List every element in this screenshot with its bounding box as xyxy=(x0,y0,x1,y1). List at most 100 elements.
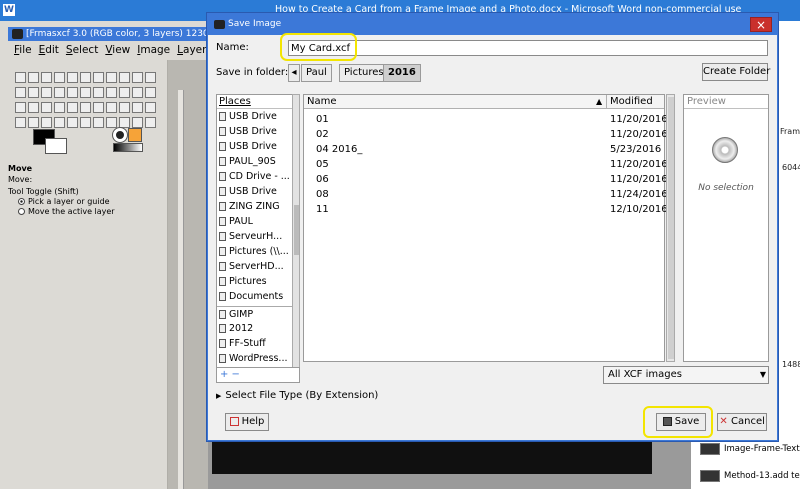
tool-icon[interactable] xyxy=(119,87,130,98)
tool-icon[interactable] xyxy=(80,102,91,113)
crumb-pictures[interactable]: Pictures xyxy=(339,64,389,82)
places-item[interactable]: ServeurH... xyxy=(217,229,299,244)
column-name[interactable]: Name xyxy=(307,95,337,108)
tool-icon[interactable] xyxy=(132,102,143,113)
gradient-preview-icon[interactable] xyxy=(113,143,143,152)
places-item[interactable]: USB Drive xyxy=(217,109,299,124)
menu-image[interactable]: Image xyxy=(137,42,170,58)
tool-icon[interactable] xyxy=(28,102,39,113)
tool-icon[interactable] xyxy=(41,102,52,113)
places-item[interactable]: ZING ZING xyxy=(217,199,299,214)
places-header[interactable]: Places xyxy=(217,95,299,109)
close-icon[interactable]: × xyxy=(750,17,772,32)
background-color-swatch[interactable] xyxy=(45,138,67,154)
help-button[interactable]: Help xyxy=(225,413,269,431)
tool-icon[interactable] xyxy=(93,102,104,113)
tool-icon[interactable] xyxy=(119,72,130,83)
tool-icon[interactable] xyxy=(106,72,117,83)
tool-icon[interactable] xyxy=(93,117,104,128)
places-scrollbar[interactable] xyxy=(292,94,300,370)
tool-icon[interactable] xyxy=(67,102,78,113)
places-item[interactable]: FF-Stuff xyxy=(217,336,299,351)
places-item[interactable]: Pictures (\\... xyxy=(217,244,299,259)
tool-icon[interactable] xyxy=(119,102,130,113)
tool-icon[interactable] xyxy=(67,117,78,128)
menu-edit[interactable]: Edit xyxy=(39,42,59,58)
tool-icon[interactable] xyxy=(93,72,104,83)
tool-icon[interactable] xyxy=(15,72,26,83)
file-filter-select[interactable]: All XCF images ▼ xyxy=(603,366,769,384)
column-modified[interactable]: Modified xyxy=(606,95,653,109)
right-panel-item[interactable]: Method-13.add tex... xyxy=(700,467,800,485)
places-item[interactable]: PAUL xyxy=(217,214,299,229)
places-item[interactable]: USB Drive xyxy=(217,139,299,154)
file-row[interactable]: 01 11/20/2016 xyxy=(304,112,668,127)
radio-move-active[interactable] xyxy=(18,208,25,215)
pattern-preview-icon[interactable] xyxy=(128,128,142,142)
tool-icon[interactable] xyxy=(132,87,143,98)
file-row[interactable]: 11 12/10/2016 xyxy=(304,202,668,217)
tool-icon[interactable] xyxy=(28,72,39,83)
tool-icon[interactable] xyxy=(28,87,39,98)
file-row[interactable]: 02 11/20/2016 xyxy=(304,127,668,142)
tool-icon[interactable] xyxy=(106,87,117,98)
menu-select[interactable]: Select xyxy=(66,42,98,58)
save-button[interactable]: Save xyxy=(656,413,706,431)
tool-icon[interactable] xyxy=(80,72,91,83)
tool-icon[interactable] xyxy=(41,117,52,128)
radio-pick-layer[interactable] xyxy=(18,198,25,205)
crumb-2016[interactable]: 2016 xyxy=(383,64,421,82)
tool-icon[interactable] xyxy=(54,102,65,113)
tool-icon[interactable] xyxy=(80,117,91,128)
tool-icon[interactable] xyxy=(54,117,65,128)
tool-icon[interactable] xyxy=(106,117,117,128)
tool-icon[interactable] xyxy=(15,102,26,113)
places-add-remove-icons[interactable]: + − xyxy=(216,367,300,383)
tool-icon[interactable] xyxy=(145,102,156,113)
tool-icon[interactable] xyxy=(28,117,39,128)
tool-icon[interactable] xyxy=(119,117,130,128)
menu-file[interactable]: File xyxy=(14,42,32,58)
menu-layer[interactable]: Layer xyxy=(177,42,206,58)
select-file-type-expander[interactable]: ▶ Select File Type (By Extension) xyxy=(216,390,378,401)
places-item[interactable]: WordPress... xyxy=(217,351,299,366)
places-item[interactable]: USB Drive xyxy=(217,184,299,199)
places-item[interactable]: ServerHD... xyxy=(217,259,299,274)
tool-icon[interactable] xyxy=(54,87,65,98)
brush-preview-icon[interactable] xyxy=(112,127,128,143)
places-item[interactable]: Documents xyxy=(217,289,299,304)
crumb-paul[interactable]: Paul xyxy=(301,64,332,82)
tool-icon[interactable] xyxy=(41,87,52,98)
create-folder-button[interactable]: Create Folder xyxy=(702,63,770,81)
places-item[interactable]: 2012 xyxy=(217,321,299,336)
menu-view[interactable]: View xyxy=(105,42,130,58)
file-row[interactable]: 06 11/20/2016 xyxy=(304,172,668,187)
tool-icon[interactable] xyxy=(145,87,156,98)
tool-icon[interactable] xyxy=(15,117,26,128)
tool-icon[interactable] xyxy=(54,72,65,83)
tool-icon[interactable] xyxy=(93,87,104,98)
tool-icon[interactable] xyxy=(132,72,143,83)
tool-icon[interactable] xyxy=(145,72,156,83)
tool-icon[interactable] xyxy=(67,87,78,98)
filename-input[interactable] xyxy=(288,40,768,56)
right-panel-item[interactable]: Image-Frame-Text... xyxy=(700,440,800,458)
places-item[interactable]: USB Drive xyxy=(217,124,299,139)
tool-icon[interactable] xyxy=(41,72,52,83)
file-row[interactable]: 04 2016_ 5/23/2016 xyxy=(304,142,664,157)
tool-icon[interactable] xyxy=(145,117,156,128)
file-row[interactable]: 08 11/24/2016 xyxy=(304,187,668,202)
crumb-back-icon[interactable]: ◂ xyxy=(288,64,300,82)
places-item[interactable]: PAUL_90S xyxy=(217,154,299,169)
tool-icon[interactable] xyxy=(132,117,143,128)
places-item[interactable]: GIMP xyxy=(217,306,299,321)
tool-icon[interactable] xyxy=(106,102,117,113)
tool-icon[interactable] xyxy=(80,87,91,98)
places-item[interactable]: CD Drive - ... xyxy=(217,169,299,184)
tool-icon[interactable] xyxy=(67,72,78,83)
cancel-button[interactable]: ✕ Cancel xyxy=(717,413,767,431)
tool-icon[interactable] xyxy=(15,87,26,98)
places-item[interactable]: Pictures xyxy=(217,274,299,289)
file-row[interactable]: 05 11/20/2016 xyxy=(304,157,668,172)
file-list-scrollbar[interactable] xyxy=(666,94,675,362)
